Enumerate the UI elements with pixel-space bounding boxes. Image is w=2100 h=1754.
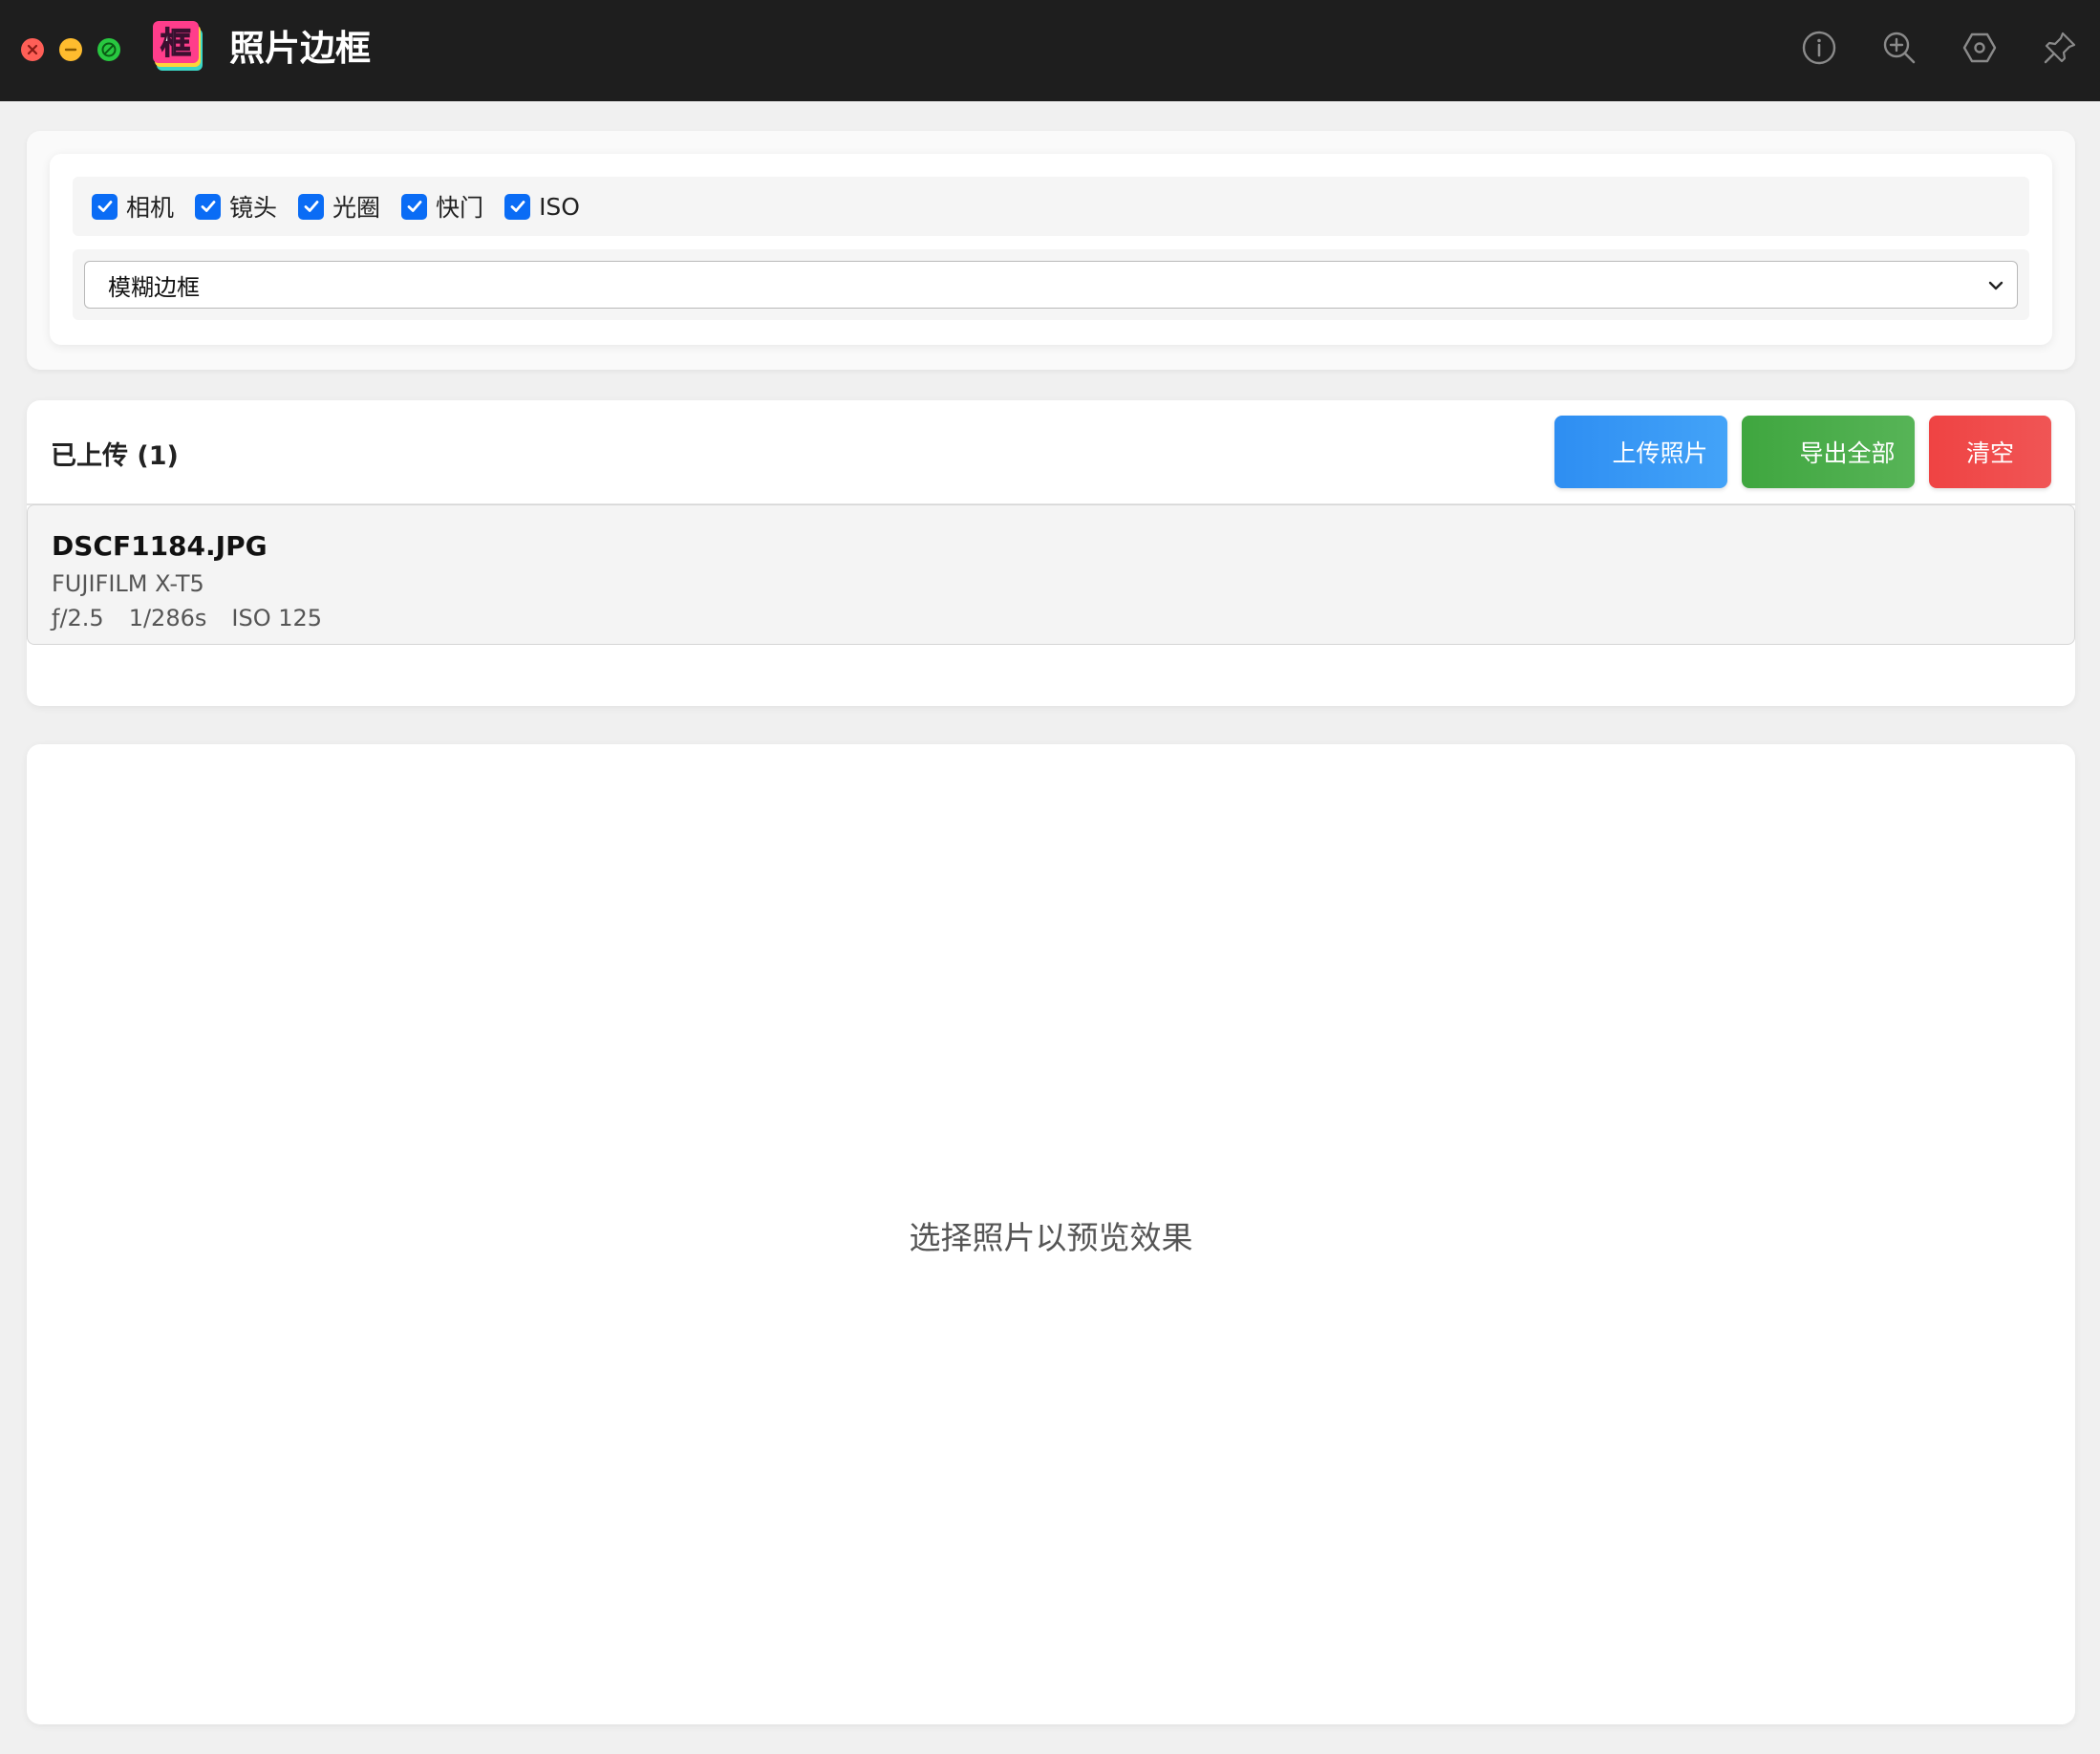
clear-button[interactable]: 清空 (1929, 416, 2051, 488)
window-minimize-button[interactable] (59, 38, 82, 61)
upload-photo-button[interactable]: 上传照片 (1554, 416, 1727, 488)
file-list-item[interactable]: DSCF1184.JPG FUJIFILM X-T5 ƒ/2.5 1/286s … (27, 504, 2075, 645)
option-aperture[interactable]: 光圈 (298, 189, 380, 224)
window-maximize-button[interactable] (97, 38, 120, 61)
option-label: 镜头 (229, 194, 278, 222)
window-close-button[interactable] (21, 38, 44, 61)
file-aperture: ƒ/2.5 (52, 605, 104, 631)
settings-button[interactable] (1961, 29, 1999, 67)
check-icon (510, 201, 525, 212)
file-shutter: 1/286s (128, 605, 207, 631)
shutter-checkbox[interactable] (401, 193, 428, 220)
close-icon (27, 44, 38, 55)
zoom-button[interactable] (1880, 29, 1918, 67)
info-button[interactable] (1800, 29, 1838, 67)
zoom-in-icon (1883, 32, 1916, 64)
check-icon (407, 201, 421, 212)
frame-style-row: 模糊边框 (73, 249, 2029, 320)
aperture-checkbox[interactable] (298, 193, 325, 220)
exif-options-row: 相机 镜头 光圈 快门 ISO (73, 177, 2029, 236)
check-icon (304, 201, 318, 212)
option-camera[interactable]: 相机 (92, 189, 174, 224)
file-iso: ISO 125 (231, 605, 323, 631)
pin-icon (2044, 32, 2076, 64)
option-shutter[interactable]: 快门 (401, 189, 483, 224)
minimize-icon (64, 48, 77, 52)
settings-panel: 相机 镜头 光圈 快门 ISO 模糊边框 (27, 131, 2075, 370)
export-all-button[interactable]: 导出全部 (1742, 416, 1915, 488)
camera-checkbox[interactable] (92, 193, 118, 220)
file-name: DSCF1184.JPG (52, 530, 268, 562)
chevron-down-icon (1986, 276, 2005, 295)
app-title: 照片边框 (229, 28, 371, 69)
check-icon (97, 201, 112, 212)
preview-panel: 选择照片以预览效果 (27, 744, 2075, 1724)
lens-checkbox[interactable] (195, 193, 222, 220)
uploads-panel: 已上传 (1) 上传照片 导出全部 清空 DSCF1184.JPG FUJIFI… (27, 400, 2075, 706)
title-bar: 框 照片边框 (0, 0, 2100, 101)
file-exif: ƒ/2.5 1/286s ISO 125 (52, 605, 347, 631)
iso-checkbox[interactable] (504, 193, 531, 220)
option-label: 相机 (126, 194, 175, 222)
uploads-title: 已上传 (1) (51, 441, 179, 471)
fullscreen-icon (101, 42, 117, 57)
option-lens[interactable]: 镜头 (195, 189, 277, 224)
option-iso[interactable]: ISO (504, 193, 580, 221)
pin-button[interactable] (2041, 29, 2079, 67)
settings-card: 相机 镜头 光圈 快门 ISO 模糊边框 (50, 154, 2052, 345)
check-icon (201, 201, 215, 212)
option-label: 光圈 (332, 194, 381, 222)
uploads-header: 已上传 (1) 上传照片 导出全部 清空 (27, 400, 2075, 505)
app-logo-text: 框 (161, 25, 191, 61)
frame-style-value: 模糊边框 (108, 273, 200, 301)
option-label: 快门 (436, 194, 484, 222)
preview-placeholder: 选择照片以预览效果 (909, 1219, 1193, 1256)
option-label: ISO (539, 192, 580, 221)
settings-icon (1962, 32, 1997, 63)
frame-style-select[interactable]: 模糊边框 (84, 261, 2018, 309)
file-camera: FUJIFILM X-T5 (52, 570, 204, 597)
info-icon (1802, 31, 1836, 65)
app-logo: 框 (153, 21, 206, 75)
